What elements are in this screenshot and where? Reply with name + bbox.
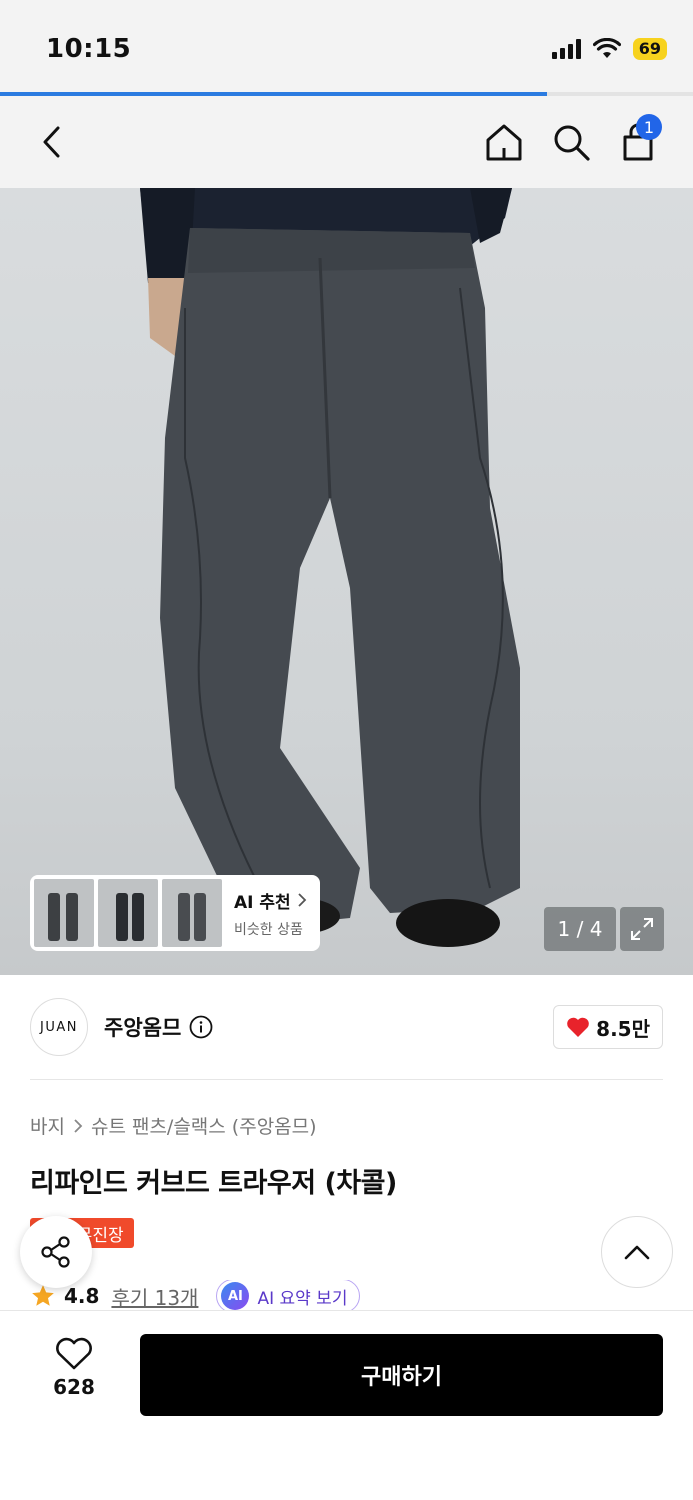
breadcrumb-subcategory[interactable]: 슈트 팬츠/슬랙스 (주앙옴므) bbox=[91, 1112, 317, 1139]
product-image-gallery[interactable]: AI 추천 비슷한 상품 1 / 4 bbox=[0, 188, 693, 975]
ai-recommend-subtitle: 비슷한 상품 bbox=[234, 921, 303, 938]
similar-product-thumbnail[interactable] bbox=[98, 879, 158, 947]
brand-like-count: 8.5만 bbox=[596, 1016, 650, 1041]
top-nav: 1 bbox=[0, 96, 693, 188]
wishlist-count: 628 bbox=[53, 1375, 95, 1399]
back-button[interactable] bbox=[28, 118, 76, 166]
divider bbox=[30, 1079, 663, 1080]
battery-indicator: 69 bbox=[632, 38, 667, 60]
wifi-icon bbox=[592, 38, 621, 58]
home-icon bbox=[486, 124, 522, 161]
chevron-right-icon bbox=[74, 1118, 83, 1133]
buy-button[interactable]: 구매하기 bbox=[140, 1334, 663, 1416]
share-button[interactable] bbox=[20, 1216, 92, 1288]
product-title: 리파인드 커브드 트라우저 (차콜) bbox=[30, 1168, 397, 1199]
ai-recommend-strip[interactable]: AI 추천 비슷한 상품 bbox=[30, 875, 320, 951]
scroll-to-top-button[interactable] bbox=[601, 1216, 673, 1288]
bottom-action-bar: 628 구매하기 bbox=[0, 1310, 693, 1500]
breadcrumb: 바지 슈트 팬츠/슬랙스 (주앙옴므) bbox=[30, 1112, 317, 1139]
brand-logo[interactable]: JUAN bbox=[30, 998, 88, 1056]
ai-summary-label: AI 요약 보기 bbox=[257, 1288, 348, 1309]
rating-value: 4.8 bbox=[64, 1284, 100, 1308]
home-button[interactable] bbox=[480, 118, 528, 166]
ai-recommend-label[interactable]: AI 추천 비슷한 상품 bbox=[234, 888, 307, 939]
brand-row: JUAN 주앙옴므 8.5만 bbox=[30, 997, 663, 1057]
cart-count-badge: 1 bbox=[636, 114, 662, 140]
expand-icon bbox=[631, 918, 653, 940]
similar-product-thumbnail[interactable] bbox=[34, 879, 94, 947]
status-icons: 69 bbox=[551, 38, 667, 60]
product-photo bbox=[140, 188, 520, 947]
heart-filled-icon bbox=[567, 1017, 589, 1037]
search-button[interactable] bbox=[547, 118, 595, 166]
chevron-right-icon bbox=[298, 893, 306, 907]
status-time: 10:15 bbox=[46, 34, 132, 64]
image-counter: 1 / 4 bbox=[544, 907, 616, 951]
cart-button[interactable]: 1 bbox=[614, 114, 662, 166]
wishlist-button[interactable]: 628 bbox=[30, 1337, 118, 1399]
ai-summary-button[interactable]: AI AI 요약 보기 bbox=[216, 1280, 361, 1312]
brand-like-button[interactable]: 8.5만 bbox=[553, 1005, 663, 1049]
breadcrumb-category[interactable]: 바지 bbox=[30, 1112, 65, 1139]
heart-outline-icon bbox=[56, 1337, 92, 1370]
brand-name[interactable]: 주앙옴므 bbox=[104, 1012, 181, 1042]
status-bar: 10:15 69 bbox=[0, 0, 693, 92]
search-icon bbox=[554, 125, 590, 161]
similar-product-thumbnail[interactable] bbox=[162, 879, 222, 947]
chevron-left-icon bbox=[43, 126, 60, 158]
ai-badge-icon: AI bbox=[221, 1282, 250, 1310]
review-count-link[interactable]: 후기 13개 bbox=[111, 1282, 198, 1311]
rating-row: 4.8 후기 13개 AI AI 요약 보기 bbox=[30, 1280, 361, 1312]
share-icon bbox=[41, 1236, 70, 1268]
ai-recommend-title: AI 추천 bbox=[234, 892, 291, 913]
chevron-up-icon bbox=[624, 1245, 650, 1260]
signal-icon bbox=[551, 39, 581, 59]
expand-image-button[interactable] bbox=[620, 907, 664, 951]
info-icon[interactable] bbox=[189, 1015, 213, 1039]
